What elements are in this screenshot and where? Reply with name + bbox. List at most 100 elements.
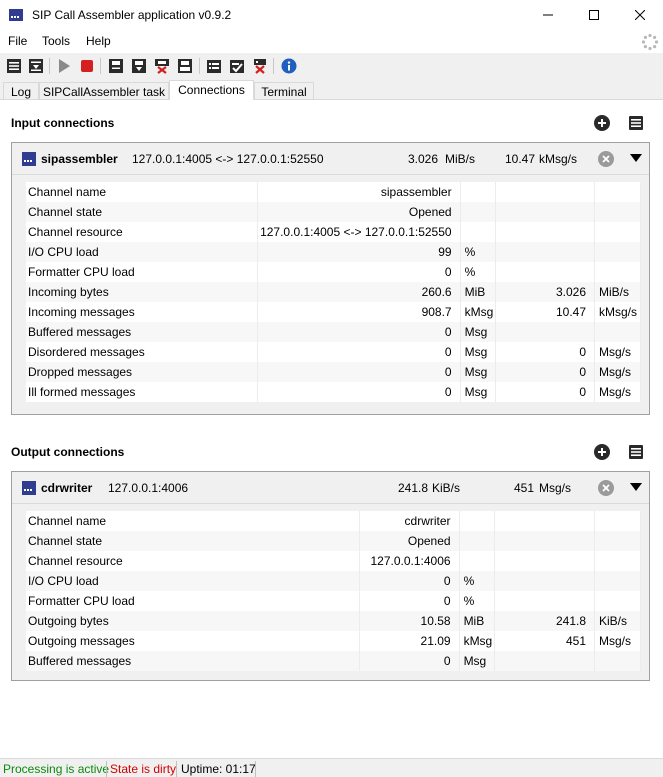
property-unit-cell [460,202,497,222]
table-row: I/O CPU load 0% [26,571,641,591]
processing-status: Processing is active [3,762,110,776]
property-rate-unit-cell: kMsg/s [594,302,641,322]
property-name-cell: Disordered messages [26,342,259,362]
connection-msg-rate: 451 [513,481,534,495]
output-connections-title: Output connections [11,445,125,459]
add-output-connection-button[interactable] [594,444,610,460]
property-value-cell: 127.0.0.1:4006 [359,551,460,571]
property-rate-unit-cell: MiB/s [594,282,641,302]
table-row: Outgoing messages 21.09 kMsg 451 Msg/s [26,631,641,651]
eject-button[interactable] [176,57,194,75]
output-list-menu-button[interactable] [628,444,644,460]
menu-file[interactable]: File [8,34,27,48]
save-icon [109,59,123,73]
busy-spinner-icon [641,33,659,51]
delete-button[interactable] [153,57,171,75]
add-input-connection-button[interactable] [594,115,610,131]
property-value-cell: 0 [359,591,460,611]
clipboard-check-button[interactable] [228,57,246,75]
table-row: Ill formed messages 0 Msg 0 Msg/s [26,382,641,402]
property-value-cell: 0 [257,382,461,402]
property-value-cell: 0 [257,262,461,282]
connection-icon [22,481,36,495]
tab-label: Connections [178,83,245,97]
play-button[interactable] [55,57,73,75]
info-button[interactable] [280,57,298,75]
property-rate-unit-cell [594,651,641,671]
property-value-cell: 908.7 [257,302,461,322]
eject-icon [178,59,192,73]
property-rate-unit-cell: KiB/s [594,611,641,631]
property-rate-cell [494,531,595,551]
property-rate-cell [494,511,595,531]
property-name-cell: Incoming messages [26,302,259,322]
input-connection-group: sipassembler 127.0.0.1:4005 <-> 127.0.0.… [11,142,650,415]
table-row: Dropped messages 0 Msg 0 Msg/s [26,362,641,382]
output-properties-table: Channel name cdrwriter Channel state Opened… [26,511,641,671]
connection-msg-rate: 10.47 [504,152,535,166]
property-unit-cell: kMsg [459,631,496,651]
minimize-icon [543,14,553,16]
property-name-cell: Channel name [26,511,360,531]
table-row: Channel resource 127.0.0.1:4006 [26,551,641,571]
property-unit-cell [460,222,497,242]
property-rate-cell: 0 [495,342,595,362]
property-unit-cell: Msg [460,322,497,342]
tab-bar: Log SIPCallAssembler task Connections Te… [0,80,663,100]
property-rate-cell [495,222,595,242]
bars-icon [7,59,21,73]
clipboard-button[interactable] [205,57,223,75]
property-unit-cell: MiB [459,611,496,631]
tab-sipcallassembler-task[interactable]: SIPCallAssembler task [39,82,169,100]
tab-log[interactable]: Log [3,82,39,100]
property-value-cell: Opened [257,202,461,222]
close-connection-button[interactable] [598,480,614,496]
menu-tools[interactable]: Tools [42,34,70,48]
property-name-cell: Formatter CPU load [26,591,360,611]
table-row: Buffered messages 0 Msg [26,651,641,671]
property-name-cell: Outgoing bytes [26,611,360,631]
bars-button[interactable] [5,57,23,75]
input-list-menu-button[interactable] [628,115,644,131]
bars-arrow-icon [29,59,43,73]
tab-connections[interactable]: Connections [169,80,254,100]
stop-icon [81,60,93,72]
minimize-button[interactable] [525,0,571,30]
save-all-button[interactable] [130,57,148,75]
collapse-toggle-icon[interactable] [630,154,642,162]
bars-arrow-button[interactable] [27,57,45,75]
tab-terminal[interactable]: Terminal [254,82,314,100]
output-connection-group: cdrwriter 127.0.0.1:4006 241.8 KiB/s 451… [11,471,650,681]
property-value-cell: 0 [359,571,460,591]
maximize-button[interactable] [571,0,617,30]
connection-address: 127.0.0.1:4005 <-> 127.0.0.1:52550 [132,152,324,166]
property-value-cell: 0 [257,362,461,382]
connection-address: 127.0.0.1:4006 [108,481,189,495]
tab-label: Log [10,85,32,99]
connections-panel: Input connections sipassembler 127.0.0.1… [0,99,663,751]
clipboard-check-icon [230,60,244,73]
uptime-status: Uptime: 01:17 [181,762,256,776]
close-window-button[interactable] [617,0,663,30]
property-rate-unit-cell [594,322,641,342]
table-row: Channel resource 127.0.0.1:4005 <-> 127.0… [26,222,641,242]
save-button[interactable] [107,57,125,75]
property-name-cell: I/O CPU load [26,242,259,262]
connection-byte-rate-unit: KiB/s [432,481,461,495]
property-rate-unit-cell [594,222,641,242]
connection-byte-rate: 3.026 [407,152,438,166]
property-unit-cell: % [459,591,496,611]
property-unit-cell: Msg [460,382,497,402]
menu-help[interactable]: Help [86,34,111,48]
property-unit-cell: Msg [460,342,497,362]
collapse-toggle-icon[interactable] [630,483,642,491]
state-status: State is dirty [110,762,177,776]
stop-button[interactable] [78,57,96,75]
clipboard-delete-button[interactable] [251,57,269,75]
toolbar [0,53,663,80]
close-connection-button[interactable] [598,151,614,167]
connection-name: cdrwriter [41,481,93,495]
table-row: Formatter CPU load 0% [26,262,641,282]
property-unit-cell [459,531,496,551]
status-separator [255,761,256,777]
